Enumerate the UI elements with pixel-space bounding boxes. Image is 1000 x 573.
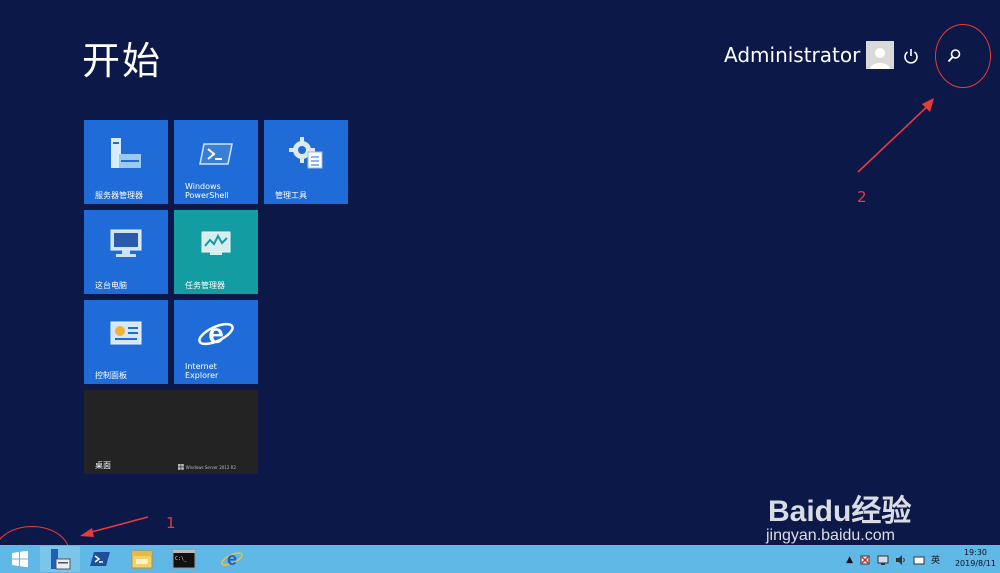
- power-button[interactable]: [901, 46, 921, 66]
- clock-time: 19:30: [963, 548, 988, 557]
- system-tray: ▲ 英: [846, 553, 940, 566]
- powershell-icon: [90, 552, 110, 566]
- tile-powershell[interactable]: Windows PowerShell: [174, 120, 258, 204]
- taskbar-powershell[interactable]: [80, 546, 120, 572]
- powershell-icon: [199, 143, 233, 165]
- user-name: Administrator: [724, 43, 861, 67]
- windows-start-icon: [12, 550, 28, 568]
- baidu-jingyan-logo: Baidu经验: [768, 486, 911, 530]
- clock-date: 2019/8/11: [954, 559, 996, 568]
- watermark-url: jingyan.baidu.com: [766, 527, 895, 544]
- tile-label: 这台电脑: [95, 281, 127, 290]
- admin-tools-icon: [289, 137, 323, 169]
- tile-label: 控制面板: [95, 371, 127, 380]
- tile-label: 管理工具: [275, 191, 307, 200]
- folder-icon: [131, 550, 153, 569]
- control-panel-icon: [110, 321, 142, 345]
- ime-indicator[interactable]: 英: [931, 553, 940, 566]
- computer-icon: [110, 229, 142, 257]
- tile-label: Windows PowerShell: [185, 182, 229, 200]
- user-account[interactable]: Administrator: [724, 41, 895, 69]
- start-title: 开始: [82, 39, 163, 83]
- taskbar: C:\_ e ▲ 英 19:30 2019/8/11: [0, 545, 1000, 573]
- tile-control-panel[interactable]: 控制面板: [84, 300, 168, 384]
- start-screen: 开始 Administrator 服务器管理器 Windows PowerShe…: [0, 0, 1000, 573]
- internet-explorer-icon: e: [198, 318, 234, 349]
- annotation-label-2: 2: [857, 188, 867, 206]
- server-manager-icon: [51, 549, 71, 570]
- tile-this-pc[interactable]: 这台电脑: [84, 210, 168, 294]
- volume-icon[interactable]: [895, 554, 907, 566]
- watermark-logo-text: Baidu经验: [768, 495, 912, 528]
- os-watermark-text: Windows Server 2012 R2: [185, 464, 236, 470]
- taskbar-command-prompt[interactable]: C:\_: [164, 546, 204, 572]
- taskbar-clock[interactable]: 19:30 2019/8/11: [955, 547, 996, 569]
- annotation-label-1: 1: [166, 514, 176, 532]
- internet-explorer-icon: e: [221, 549, 243, 569]
- svg-text:e: e: [208, 318, 224, 349]
- svg-text:C:\_: C:\_: [175, 556, 188, 562]
- tile-server-manager[interactable]: 服务器管理器: [84, 120, 168, 204]
- annotation-arrow-2: [857, 98, 934, 173]
- annotation-circle-search: [935, 24, 991, 88]
- os-watermark: Windows Server 2012 R2: [177, 464, 236, 470]
- start-button[interactable]: [0, 546, 40, 572]
- taskbar-server-manager[interactable]: [40, 546, 80, 572]
- tile-label: Internet Explorer: [185, 362, 219, 380]
- windows-logo-icon: [177, 464, 184, 470]
- tile-internet-explorer[interactable]: e Internet Explorer: [174, 300, 258, 384]
- command-prompt-icon: C:\_: [172, 549, 196, 569]
- server-manager-icon: [111, 138, 141, 168]
- network-icon[interactable]: [877, 554, 889, 566]
- user-avatar-icon: [866, 41, 895, 69]
- svg-text:e: e: [227, 549, 237, 569]
- tile-label: 任务管理器: [185, 281, 225, 290]
- tile-admin-tools[interactable]: 管理工具: [264, 120, 348, 204]
- tile-label: 服务器管理器: [95, 191, 143, 200]
- taskbar-internet-explorer[interactable]: e: [212, 546, 252, 572]
- task-manager-icon: [201, 231, 231, 255]
- power-icon: [904, 49, 918, 64]
- tile-task-manager[interactable]: 任务管理器: [174, 210, 258, 294]
- annotation-arrow-1: [80, 516, 149, 537]
- tile-desktop[interactable]: 桌面 Windows Server 2012 R2: [84, 390, 258, 474]
- taskbar-file-explorer[interactable]: [122, 546, 162, 572]
- action-center-icon[interactable]: [859, 554, 871, 566]
- keyboard-icon[interactable]: [913, 554, 925, 566]
- show-hidden-icons-icon[interactable]: ▲: [846, 555, 853, 565]
